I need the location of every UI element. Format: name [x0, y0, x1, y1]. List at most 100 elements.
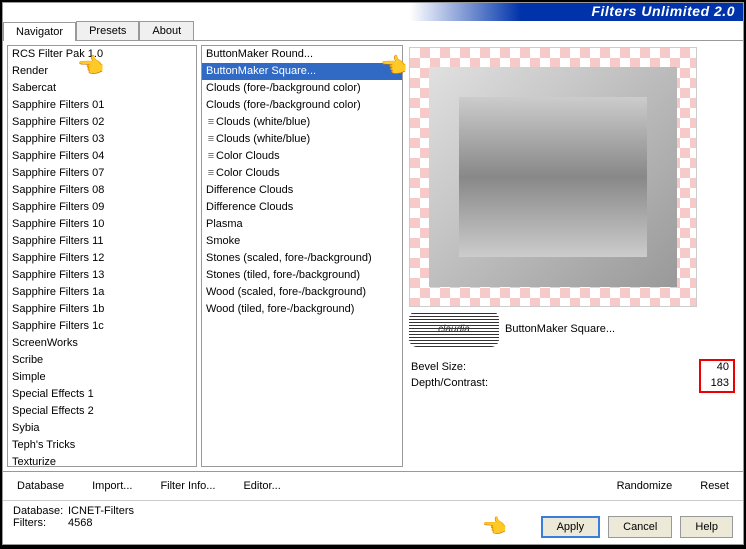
- watermark-text: claudia: [438, 324, 470, 335]
- param-bevel: Bevel Size: 40: [409, 359, 737, 375]
- tab-presets[interactable]: Presets: [76, 21, 139, 40]
- category-item[interactable]: Sapphire Filters 08: [8, 182, 196, 199]
- tab-bar: Navigator Presets About: [3, 21, 743, 41]
- dialog-buttons: Apply Cancel Help: [541, 516, 733, 538]
- category-item[interactable]: ScreenWorks: [8, 335, 196, 352]
- category-item[interactable]: Simple: [8, 369, 196, 386]
- filter-item[interactable]: Stones (scaled, fore-/background): [202, 250, 402, 267]
- filter-item-label: Plasma: [206, 218, 243, 230]
- toolbar: Database Import... Filter Info... Editor…: [3, 471, 743, 500]
- category-item[interactable]: Sapphire Filters 01: [8, 97, 196, 114]
- filter-name-row: claudia ButtonMaker Square...: [409, 311, 737, 347]
- filter-item-label: Difference Clouds: [206, 201, 293, 213]
- filters-count-value: 4568: [68, 517, 92, 529]
- parameters-panel: Bevel Size: 40 Depth/Contrast: 183: [409, 359, 737, 391]
- category-item[interactable]: Sapphire Filters 02: [8, 114, 196, 131]
- filters-count-label: Filters:: [13, 517, 68, 529]
- category-item[interactable]: Sapphire Filters 13: [8, 267, 196, 284]
- filter-item[interactable]: Wood (scaled, fore-/background): [202, 284, 402, 301]
- filter-item[interactable]: Plasma: [202, 216, 402, 233]
- filter-item[interactable]: ≡Clouds (white/blue): [202, 114, 402, 131]
- filter-info-button[interactable]: Filter Info...: [156, 478, 219, 494]
- cancel-button[interactable]: Cancel: [608, 516, 672, 538]
- titlebar: Filters Unlimited 2.0: [3, 3, 743, 21]
- filter-item[interactable]: Clouds (fore-/background color): [202, 80, 402, 97]
- category-item[interactable]: Sapphire Filters 11: [8, 233, 196, 250]
- category-item[interactable]: Texturize: [8, 454, 196, 467]
- filter-item-label: Stones (tiled, fore-/background): [206, 269, 360, 281]
- filter-item-label: ButtonMaker Square...: [206, 65, 316, 77]
- preview-image: [409, 47, 697, 307]
- category-item[interactable]: Sapphire Filters 09: [8, 199, 196, 216]
- filter-item-label: Color Clouds: [216, 167, 280, 179]
- category-item[interactable]: Sybia: [8, 420, 196, 437]
- database-button[interactable]: Database: [13, 478, 68, 494]
- stack-icon: ≡: [206, 115, 216, 130]
- db-label: Database:: [13, 505, 68, 517]
- filter-item-label: Clouds (white/blue): [216, 133, 310, 145]
- category-item[interactable]: Sabercat: [8, 80, 196, 97]
- db-value: ICNET-Filters: [68, 505, 134, 517]
- import-button[interactable]: Import...: [88, 478, 136, 494]
- tab-about[interactable]: About: [139, 21, 194, 40]
- reset-button[interactable]: Reset: [696, 478, 733, 494]
- filter-list[interactable]: ButtonMaker Round... ButtonMaker Square..…: [201, 45, 403, 467]
- app-window: Filters Unlimited 2.0 Navigator Presets …: [2, 2, 744, 545]
- category-item[interactable]: Scribe: [8, 352, 196, 369]
- status-left: Database:ICNET-Filters Filters:4568: [13, 505, 134, 529]
- filter-item[interactable]: ButtonMaker Round...: [202, 46, 402, 63]
- filter-item-label: Wood (tiled, fore-/background): [206, 303, 354, 315]
- bevel-label: Bevel Size:: [411, 361, 466, 373]
- watermark-logo: claudia: [409, 311, 499, 347]
- category-item[interactable]: Sapphire Filters 1c: [8, 318, 196, 335]
- filter-item-label: ButtonMaker Round...: [206, 48, 313, 60]
- filter-item-label: Clouds (fore-/background color): [206, 82, 361, 94]
- category-item[interactable]: Sapphire Filters 03: [8, 131, 196, 148]
- stack-icon: ≡: [206, 149, 216, 164]
- preview-panel: claudia ButtonMaker Square... Bevel Size…: [407, 45, 739, 467]
- app-title: Filters Unlimited 2.0: [591, 3, 735, 19]
- filter-item[interactable]: Smoke: [202, 233, 402, 250]
- filter-item[interactable]: ≡Color Clouds: [202, 165, 402, 182]
- filter-item[interactable]: ≡Color Clouds: [202, 148, 402, 165]
- filter-item[interactable]: Difference Clouds: [202, 182, 402, 199]
- category-item[interactable]: Render: [8, 63, 196, 80]
- editor-button[interactable]: Editor...: [239, 478, 284, 494]
- category-item[interactable]: Sapphire Filters 10: [8, 216, 196, 233]
- filter-item[interactable]: Stones (tiled, fore-/background): [202, 267, 402, 284]
- category-item[interactable]: Special Effects 2: [8, 403, 196, 420]
- filter-item[interactable]: ButtonMaker Square...: [202, 63, 402, 80]
- category-item[interactable]: RCS Filter Pak 1.0: [8, 46, 196, 63]
- filter-item-label: Clouds (white/blue): [216, 116, 310, 128]
- filter-item[interactable]: Clouds (fore-/background color): [202, 97, 402, 114]
- stack-icon: ≡: [206, 132, 216, 147]
- filter-item-label: Difference Clouds: [206, 184, 293, 196]
- filter-item-label: Stones (scaled, fore-/background): [206, 252, 372, 264]
- category-item[interactable]: Sapphire Filters 07: [8, 165, 196, 182]
- category-item[interactable]: Special Effects 1: [8, 386, 196, 403]
- param-depth: Depth/Contrast: 183: [409, 375, 737, 391]
- randomize-button[interactable]: Randomize: [613, 478, 677, 494]
- stack-icon: ≡: [206, 166, 216, 181]
- category-item[interactable]: Sapphire Filters 1b: [8, 301, 196, 318]
- category-item[interactable]: Sapphire Filters 1a: [8, 284, 196, 301]
- filter-item[interactable]: Wood (tiled, fore-/background): [202, 301, 402, 318]
- category-item[interactable]: Sapphire Filters 04: [8, 148, 196, 165]
- filter-item-label: Color Clouds: [216, 150, 280, 162]
- highlight-box: [699, 359, 735, 393]
- tab-navigator[interactable]: Navigator: [3, 22, 76, 41]
- main-area: RCS Filter Pak 1.0RenderSabercatSapphire…: [3, 41, 743, 471]
- apply-button[interactable]: Apply: [541, 516, 601, 538]
- filter-item[interactable]: ≡Clouds (white/blue): [202, 131, 402, 148]
- filter-item-label: Clouds (fore-/background color): [206, 99, 361, 111]
- category-item[interactable]: Sapphire Filters 12: [8, 250, 196, 267]
- current-filter-label: ButtonMaker Square...: [505, 323, 615, 335]
- preview-button-render: [429, 67, 677, 287]
- help-button[interactable]: Help: [680, 516, 733, 538]
- filter-item[interactable]: Difference Clouds: [202, 199, 402, 216]
- category-item[interactable]: Teph's Tricks: [8, 437, 196, 454]
- category-list[interactable]: RCS Filter Pak 1.0RenderSabercatSapphire…: [7, 45, 197, 467]
- filter-item-label: Wood (scaled, fore-/background): [206, 286, 366, 298]
- filter-item-label: Smoke: [206, 235, 240, 247]
- depth-label: Depth/Contrast:: [411, 377, 488, 389]
